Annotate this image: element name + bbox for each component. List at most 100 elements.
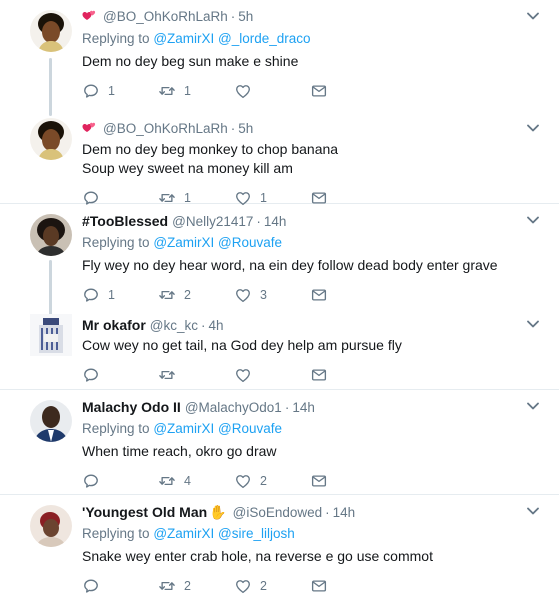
replying-to: Replying to @ZamirXI @_lorde_draco	[82, 30, 547, 48]
timestamp[interactable]: 5h	[238, 120, 253, 138]
display-name[interactable]: 'Youngest Old Man	[82, 503, 207, 521]
retweet-count: 2	[184, 288, 191, 302]
heart-icon	[234, 577, 252, 595]
chevron-down-icon[interactable]	[527, 216, 539, 224]
replying-to-label: Replying to	[82, 31, 150, 46]
tweet-text-line: Soup wey sweet na money kill am	[82, 160, 293, 176]
timestamp[interactable]: 4h	[209, 317, 224, 335]
tweet-text: Dem no dey beg monkey to chop banana Sou…	[82, 140, 547, 178]
reply-count: 1	[108, 288, 115, 302]
chevron-down-icon[interactable]	[527, 12, 539, 20]
chevron-down-icon[interactable]	[527, 402, 539, 410]
retweet-count: 2	[184, 579, 191, 593]
replying-to-label: Replying to	[82, 421, 150, 436]
display-name[interactable]: #TooBlessed	[82, 212, 168, 230]
like-button[interactable]: 2	[234, 472, 310, 490]
mention-link[interactable]: @ZamirXI	[153, 235, 214, 250]
retweet-icon	[158, 286, 176, 304]
like-button[interactable]	[234, 82, 310, 100]
separator: ·	[201, 318, 206, 333]
tweet-actions: 2 2	[82, 576, 547, 596]
reply-button[interactable]	[82, 577, 158, 595]
retweet-button[interactable]: 4	[158, 472, 234, 490]
retweet-button[interactable]: 2	[158, 577, 234, 595]
like-button[interactable]	[234, 366, 310, 384]
reply-button[interactable]	[82, 366, 158, 384]
retweet-icon	[158, 472, 176, 490]
tweet[interactable]: Malachy Odo II @MalachyOdo1 · 14h Replyi…	[0, 390, 559, 495]
envelope-icon	[310, 472, 328, 490]
user-handle[interactable]: @Nelly21417	[172, 213, 253, 231]
avatar[interactable]	[30, 314, 72, 356]
tweet-header: #TooBlessed @Nelly21417 · 14h	[82, 212, 547, 230]
tweet-feed: @BO_OhKoRhLaRh · 5h Replying to @ZamirXI…	[0, 0, 559, 600]
clapping-hands-emoji: ✋	[209, 504, 227, 520]
avatar[interactable]	[30, 505, 72, 547]
heart-icon	[234, 366, 252, 384]
tweet-text-line: Dem no dey beg sun make e shine	[82, 53, 299, 69]
tweet-text-line: When time reach, okro go draw	[82, 443, 277, 459]
like-button[interactable]: 2	[234, 577, 310, 595]
mention-link[interactable]: @ZamirXI	[153, 421, 214, 436]
reply-button[interactable]: 1	[82, 286, 158, 304]
two-hearts-emoji	[82, 10, 96, 20]
avatar[interactable]	[30, 10, 72, 52]
tweet-text: Dem no dey beg sun make e shine	[82, 52, 547, 71]
tweet-header: @BO_OhKoRhLaRh · 5h	[82, 120, 547, 138]
retweet-count: 1	[184, 84, 191, 98]
user-handle[interactable]: @kc_kc	[150, 317, 198, 335]
timestamp[interactable]: 14h	[264, 213, 287, 231]
retweet-button[interactable]: 1	[158, 82, 234, 100]
tweet[interactable]: @BO_OhKoRhLaRh · 5h Dem no dey beg monke…	[0, 112, 559, 204]
retweet-button[interactable]	[158, 366, 234, 384]
tweet-actions: 4 2	[82, 471, 547, 491]
mention-link[interactable]: @ZamirXI	[153, 31, 214, 46]
reply-icon	[82, 472, 100, 490]
message-button[interactable]	[310, 286, 386, 304]
envelope-icon	[310, 577, 328, 595]
user-handle[interactable]: @MalachyOdo1	[185, 399, 282, 417]
display-name[interactable]: Mr okafor	[82, 316, 146, 334]
message-button[interactable]	[310, 472, 386, 490]
heart-icon	[234, 472, 252, 490]
user-handle[interactable]: @BO_OhKoRhLaRh	[103, 120, 228, 138]
avatar[interactable]	[30, 214, 72, 256]
mention-link[interactable]: @ZamirXI	[153, 526, 214, 541]
user-handle[interactable]: @iSoEndowed	[233, 504, 323, 522]
mention-link[interactable]: @Rouvafe	[218, 421, 282, 436]
reply-button[interactable]	[82, 472, 158, 490]
tweet-header: 'Youngest Old Man ✋ @iSoEndowed · 14h	[82, 503, 547, 521]
chevron-down-icon[interactable]	[527, 320, 539, 328]
timestamp[interactable]: 5h	[238, 8, 253, 26]
avatar[interactable]	[30, 400, 72, 442]
display-name[interactable]: Malachy Odo II	[82, 398, 181, 416]
chevron-down-icon[interactable]	[527, 124, 539, 132]
message-button[interactable]	[310, 82, 386, 100]
tweet[interactable]: 'Youngest Old Man ✋ @iSoEndowed · 14h Re…	[0, 495, 559, 600]
tweet[interactable]: #TooBlessed @Nelly21417 · 14h Replying t…	[0, 204, 559, 308]
like-count: 1	[260, 191, 267, 205]
retweet-button[interactable]: 2	[158, 286, 234, 304]
mention-link[interactable]: @sire_liljosh	[218, 526, 295, 541]
chevron-down-icon[interactable]	[527, 507, 539, 515]
timestamp[interactable]: 14h	[333, 504, 356, 522]
separator: ·	[256, 214, 261, 229]
message-button[interactable]	[310, 366, 386, 384]
tweet-text-line: Snake wey enter crab hole, na reverse e …	[82, 548, 433, 564]
like-count: 2	[260, 474, 267, 488]
envelope-icon	[310, 82, 328, 100]
avatar[interactable]	[30, 118, 72, 160]
reply-icon	[82, 366, 100, 384]
message-button[interactable]	[310, 577, 386, 595]
tweet[interactable]: Mr okafor @kc_kc · 4h Cow wey no get tai…	[0, 308, 559, 390]
tweet-header: @BO_OhKoRhLaRh · 5h	[82, 8, 547, 26]
like-button[interactable]: 3	[234, 286, 310, 304]
timestamp[interactable]: 14h	[292, 399, 315, 417]
tweet[interactable]: @BO_OhKoRhLaRh · 5h Replying to @ZamirXI…	[0, 0, 559, 112]
retweet-icon	[158, 366, 176, 384]
reply-button[interactable]: 1	[82, 82, 158, 100]
user-handle[interactable]: @BO_OhKoRhLaRh	[103, 8, 228, 26]
mention-link[interactable]: @_lorde_draco	[218, 31, 311, 46]
mention-link[interactable]: @Rouvafe	[218, 235, 282, 250]
tweet-text-line: Dem no dey beg monkey to chop banana	[82, 141, 339, 157]
